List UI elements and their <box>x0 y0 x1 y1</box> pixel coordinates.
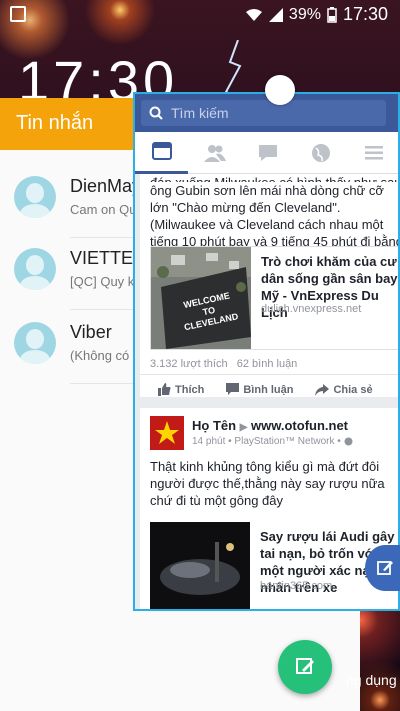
poster-page[interactable]: www.otofun.net <box>251 418 348 433</box>
post-meta: 14 phút • PlayStation™ Network • <box>192 436 353 447</box>
globe-icon <box>344 437 353 446</box>
tab-globe[interactable] <box>294 132 347 174</box>
edit-icon <box>377 561 393 575</box>
news-feed-icon <box>151 142 172 160</box>
share-button[interactable]: Chia sẻ <box>315 383 373 396</box>
contact-name: Viber <box>70 322 112 342</box>
feed-post: Họ Tên ▶ www.otofun.net 14 phút • PlaySt… <box>140 408 398 609</box>
link-domain: bantin365.com <box>260 580 333 592</box>
tab-messages[interactable] <box>241 132 294 174</box>
friends-icon <box>203 144 226 162</box>
contact-avatar <box>14 176 56 218</box>
thumbs-up-icon <box>158 383 171 396</box>
message-snippet: (Không có <box>70 348 130 363</box>
link-thumbnail: WELCOME TO CLEVELAND <box>151 247 251 349</box>
status-bar: 39% 17:30 <box>0 0 400 30</box>
facebook-tabs <box>135 132 398 174</box>
link-thumbnail[interactable] <box>150 522 250 609</box>
tab-menu[interactable] <box>347 132 398 174</box>
shared-arrow: ▶ <box>239 422 248 433</box>
comment-count[interactable]: 62 bình luận <box>237 358 298 370</box>
tab-news-feed[interactable] <box>135 132 188 174</box>
facebook-compose-button[interactable] <box>365 545 400 591</box>
search-input[interactable]: Tìm kiếm <box>141 100 386 126</box>
menu-icon <box>364 145 383 159</box>
compose-icon <box>296 658 314 674</box>
comment-button[interactable]: Bình luận <box>226 383 293 396</box>
signal-icon <box>268 7 283 22</box>
like-count[interactable]: 3.132 lượt thích <box>150 358 228 370</box>
like-button[interactable]: Thích <box>158 383 204 396</box>
globe-icon <box>311 143 330 162</box>
battery-percent: 39% <box>288 5 321 23</box>
link-domain: dulich.vnexpress.net <box>261 303 362 315</box>
share-icon <box>315 383 330 396</box>
feed-post: đáp xuống Milwaukee có hình thấy như sau… <box>140 174 398 397</box>
compose-message-button[interactable] <box>278 640 332 694</box>
star-logo-icon <box>155 421 179 444</box>
wifi-icon <box>245 8 262 21</box>
search-icon <box>149 106 163 120</box>
post-text-cut: đáp xuống Milwaukee có hình thấy như sau… <box>150 174 398 182</box>
poster-name[interactable]: Họ Tên <box>192 418 236 433</box>
post-stats: 3.132 lượt thích 62 bình luận <box>150 358 297 370</box>
facebook-window[interactable]: Tìm kiếm ông Gubin sơn lên mái nhà dòng … <box>133 92 400 611</box>
page-avatar[interactable] <box>150 416 184 450</box>
messages-icon <box>258 144 277 161</box>
app-label: ng dụng <box>346 672 397 688</box>
contact-avatar <box>14 248 56 290</box>
status-time: 17:30 <box>342 4 388 24</box>
messages-title: Tin nhắn <box>16 112 94 134</box>
battery-icon <box>327 6 337 23</box>
facebook-search-bar: Tìm kiếm <box>135 94 398 132</box>
link-preview-card[interactable]: WELCOME TO CLEVELAND Trò chơi khăm của c… <box>150 246 398 350</box>
search-placeholder: Tìm kiếm <box>171 105 229 121</box>
post-text: Thật kinh khủng tông kiểu gì mà đứt đôi … <box>150 459 385 508</box>
contact-name: DienMay <box>70 176 142 196</box>
post-actions: Thích Bình luận Chia sẻ <box>140 374 398 404</box>
post-author[interactable]: Họ Tên ▶ www.otofun.net <box>192 418 348 433</box>
window-drag-handle[interactable] <box>265 75 295 105</box>
tab-friends[interactable] <box>188 132 241 174</box>
message-snippet: [QC] Quy kh <box>70 274 142 289</box>
gallery-notification-icon <box>10 6 26 22</box>
comment-icon <box>226 383 240 395</box>
contact-avatar <box>14 322 56 364</box>
message-snippet: Cam on Qu <box>70 202 137 217</box>
